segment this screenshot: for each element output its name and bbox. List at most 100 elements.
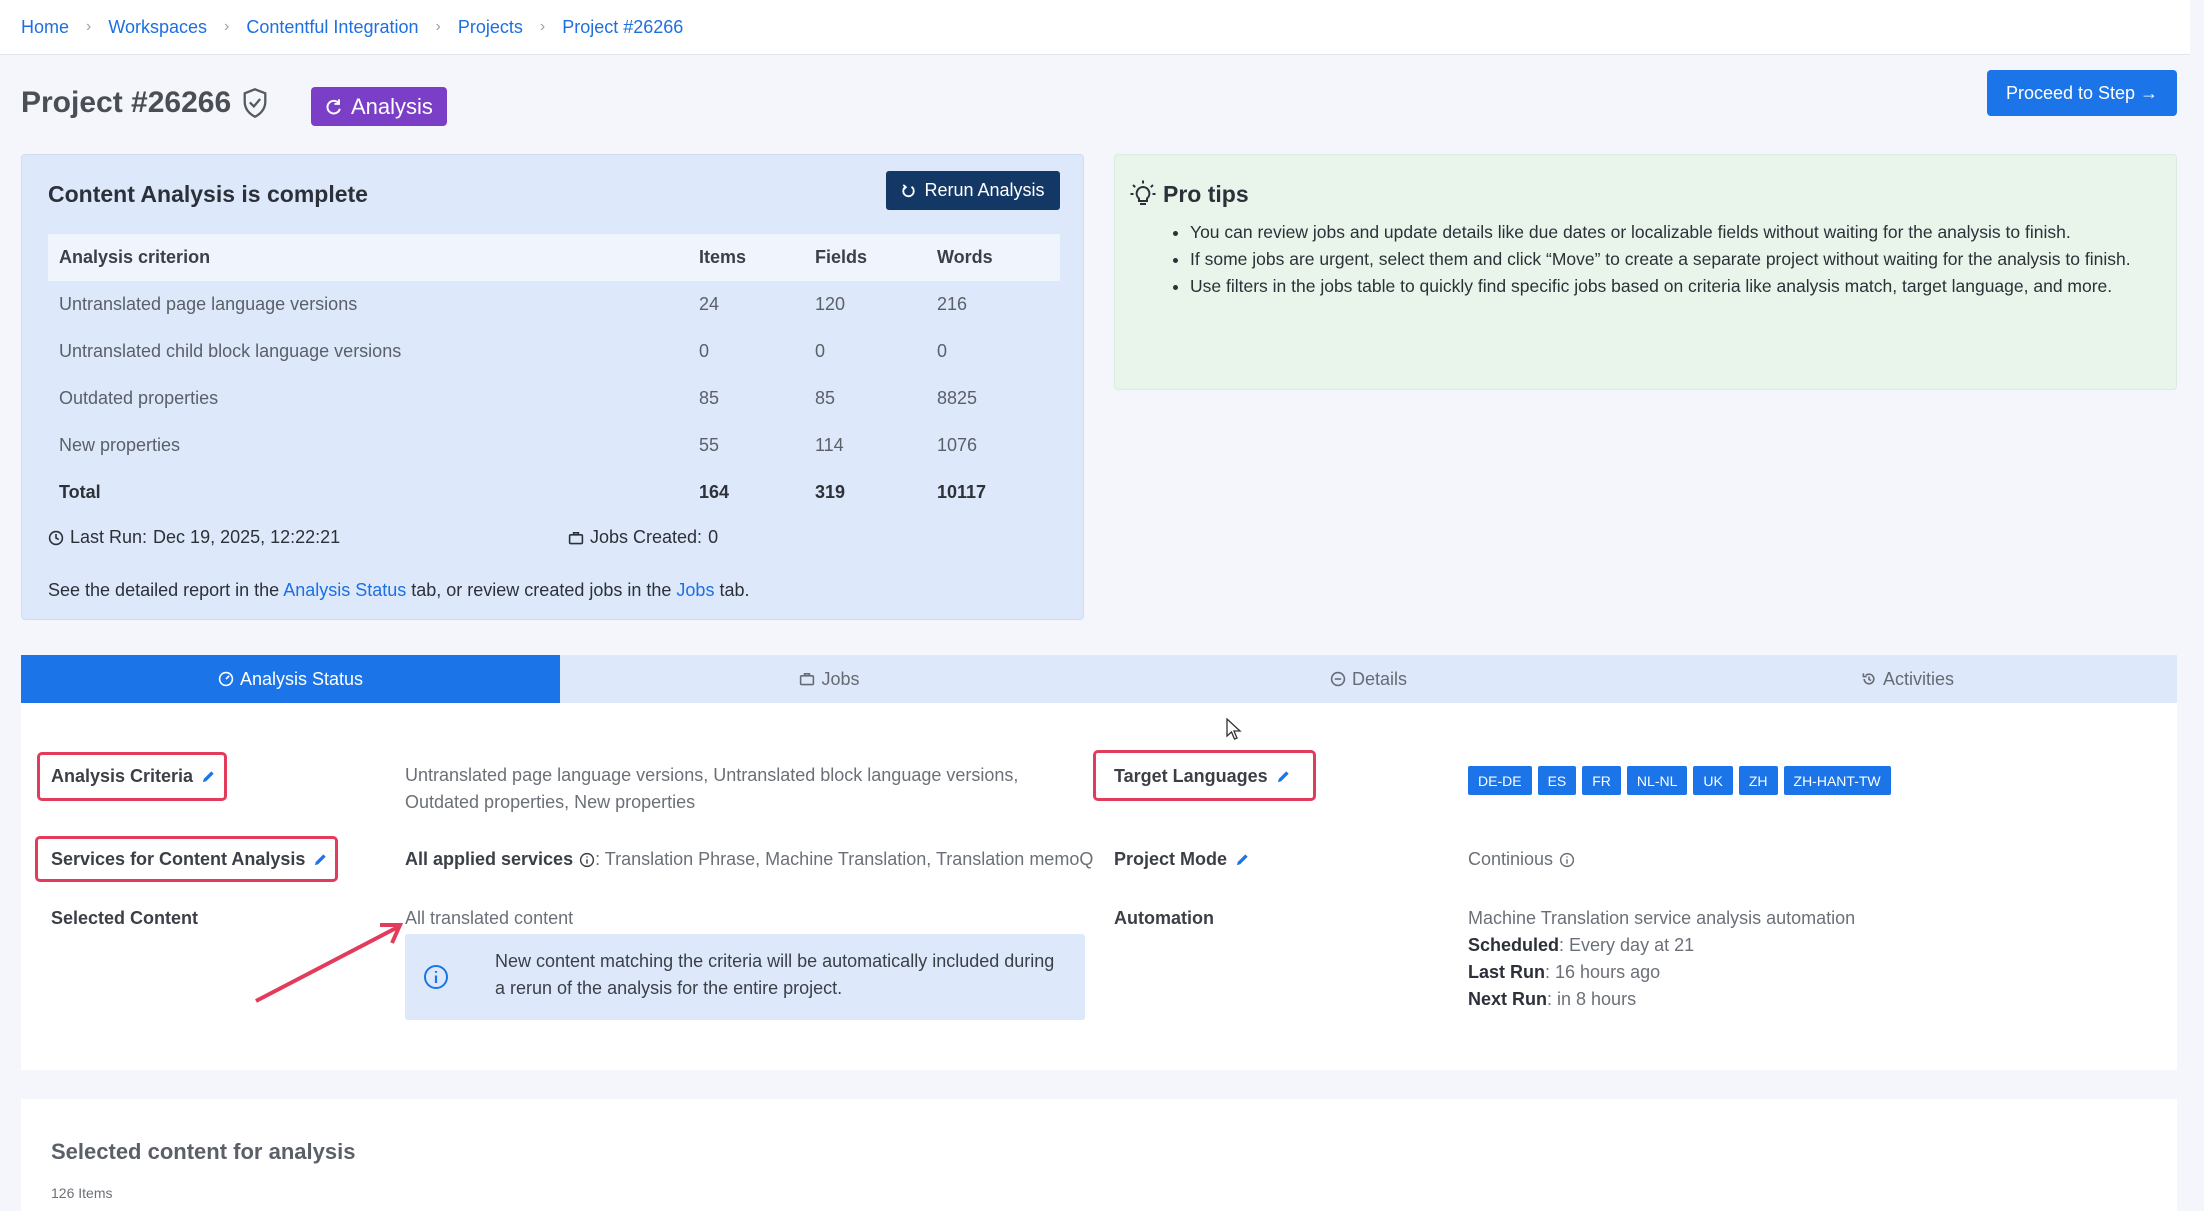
cell-total-items: 164 <box>699 482 730 502</box>
shield-check-icon <box>243 88 267 118</box>
analysis-criteria-value: Untranslated page language versions, Unt… <box>405 762 1018 816</box>
status-badge-label: Analysis <box>351 93 433 119</box>
tab-details[interactable]: Details <box>1099 655 1638 703</box>
info-notice: New content matching the criteria will b… <box>405 934 1085 1020</box>
cell-criterion: Untranslated child block language versio… <box>59 341 402 361</box>
analysis-status-panel: Analysis Criteria Untranslated page lang… <box>21 703 2177 1070</box>
breadcrumb-project[interactable]: Project #26266 <box>562 17 683 38</box>
pencil-icon[interactable] <box>201 769 216 784</box>
language-tag: DE-DE <box>1468 766 1532 795</box>
col-header-criterion: Analysis criterion <box>48 234 688 281</box>
pro-tips-title-text: Pro tips <box>1163 180 1249 207</box>
proceed-label: Proceed to Step <box>2005 82 2136 103</box>
analysis-criteria-value-line2: Outdated properties, New properties <box>405 792 696 812</box>
language-tag: NL-NL <box>1626 766 1688 795</box>
cell-items: 24 <box>699 294 720 314</box>
history-icon <box>1862 673 1875 685</box>
breadcrumb: Home › Workspaces › Contentful Integrati… <box>0 0 2190 55</box>
analysis-summary-card: Content Analysis is complete Rerun Analy… <box>21 154 1084 620</box>
breadcrumb-workspaces[interactable]: Workspaces <box>108 17 207 38</box>
pencil-icon[interactable] <box>1276 769 1291 784</box>
tab-details-label: Details <box>1351 668 1408 689</box>
pro-tips-list: You can review jobs and update details l… <box>1190 219 2150 300</box>
table-total-row: Total 164 319 10117 <box>48 469 1060 516</box>
cell-criterion: Outdated properties <box>59 388 219 408</box>
analysis-card-title: Content Analysis is complete <box>48 181 368 207</box>
table-row: Outdated properties 85 85 8825 <box>48 375 1060 422</box>
info-notice-text: New content matching the criteria will b… <box>495 951 1055 998</box>
breadcrumb-integration[interactable]: Contentful Integration <box>246 17 418 38</box>
automation-last-run: Last Run: 16 hours ago <box>1468 962 1660 983</box>
table-row: Untranslated page language versions 24 1… <box>48 281 1060 328</box>
jobs-created: Jobs Created: 0 <box>568 527 718 548</box>
info-icon[interactable] <box>579 852 595 868</box>
tab-jobs-label: Jobs <box>821 668 860 689</box>
cell-items: 0 <box>699 341 710 361</box>
pencil-icon[interactable] <box>313 852 328 867</box>
services-list: : Translation Phrase, Machine Translatio… <box>595 849 1094 869</box>
list-item: If some jobs are urgent, select them and… <box>1190 246 2150 273</box>
rerun-analysis-button[interactable]: Rerun Analysis <box>886 171 1060 210</box>
language-tag: FR <box>1582 766 1621 795</box>
chevron-right-icon: › <box>435 18 441 35</box>
tab-jobs[interactable]: Jobs <box>560 655 1099 703</box>
target-language-tags: DE-DE ES FR NL-NL UK ZH ZH-HANT-TW <box>1468 766 1891 795</box>
language-tag: ZH-HANT-TW <box>1783 766 1891 795</box>
cell-fields: 120 <box>815 294 846 314</box>
tab-analysis-status-label: Analysis Status <box>239 668 364 689</box>
report-mid: tab, or review created jobs in the <box>411 580 672 600</box>
language-tag: UK <box>1693 766 1733 795</box>
services-prefix: All applied services <box>405 849 574 869</box>
jobs-link[interactable]: Jobs <box>676 580 714 600</box>
language-tag: ZH <box>1738 766 1778 795</box>
tab-activities[interactable]: Activities <box>1638 655 2177 703</box>
tab-activities-label: Activities <box>1882 668 1954 689</box>
selected-content-count: 126 Items <box>51 1185 113 1201</box>
briefcase-icon <box>568 531 584 544</box>
col-header-items: Items <box>688 234 804 281</box>
breadcrumb-home[interactable]: Home <box>21 17 69 38</box>
last-run: Last Run: Dec 19, 2025, 12:22:21 <box>48 527 340 548</box>
tab-analysis-status[interactable]: Analysis Status <box>21 655 560 703</box>
cell-fields: 0 <box>815 341 826 361</box>
project-mode-value: Continious <box>1468 846 1575 873</box>
selected-content-label: Selected Content <box>51 908 199 928</box>
pencil-icon[interactable] <box>1235 852 1250 867</box>
services-field: Services for Content Analysis <box>51 849 328 870</box>
breadcrumb-projects[interactable]: Projects <box>458 17 523 38</box>
project-mode-field: Project Mode <box>1114 849 1250 870</box>
target-languages-label: Target Languages <box>1114 766 1268 786</box>
auto-last-run-label: Last Run <box>1468 962 1546 982</box>
language-tag: ES <box>1537 766 1577 795</box>
info-icon[interactable] <box>1559 852 1575 868</box>
cell-total-fields: 319 <box>815 482 846 502</box>
services-label: Services for Content Analysis <box>51 849 306 869</box>
analysis-criteria-label: Analysis Criteria <box>51 766 194 786</box>
cell-items: 55 <box>699 435 720 455</box>
jobs-created-value: 0 <box>708 527 719 547</box>
automation-link[interactable]: Machine Translation service analysis aut… <box>1468 908 1855 929</box>
project-title-text: Project #26266 <box>21 86 232 119</box>
cell-words: 216 <box>937 294 968 314</box>
status-badge: Analysis <box>311 87 447 126</box>
rerun-icon <box>902 184 916 198</box>
selected-content-value: All translated content <box>405 908 574 928</box>
project-mode-text: Continious <box>1468 849 1554 869</box>
list-item: Use filters in the jobs table to quickly… <box>1190 273 2150 300</box>
chevron-right-icon: › <box>539 18 546 35</box>
cell-fields: 85 <box>815 388 836 408</box>
cell-criterion: Untranslated page language versions <box>59 294 358 314</box>
analysis-criteria-value-line1: Untranslated page language versions, Unt… <box>405 765 1019 785</box>
info-circle-icon <box>424 965 448 989</box>
automation-scheduled: Scheduled: Every day at 21 <box>1468 935 1694 956</box>
list-item: You can review jobs and update details l… <box>1190 219 2150 246</box>
report-suffix: tab. <box>719 580 750 600</box>
selected-content-card: Selected content for analysis 126 Items <box>21 1099 2177 1211</box>
analysis-status-link[interactable]: Analysis Status <box>283 580 406 600</box>
annotation-arrow-icon <box>255 923 404 1003</box>
scheduled-value: : Every day at 21 <box>1559 935 1695 955</box>
project-mode-label: Project Mode <box>1114 849 1228 869</box>
col-header-fields: Fields <box>804 234 926 281</box>
target-languages-field: Target Languages <box>1114 766 1291 787</box>
proceed-to-step-button[interactable]: Proceed to Step → <box>1987 70 2177 116</box>
